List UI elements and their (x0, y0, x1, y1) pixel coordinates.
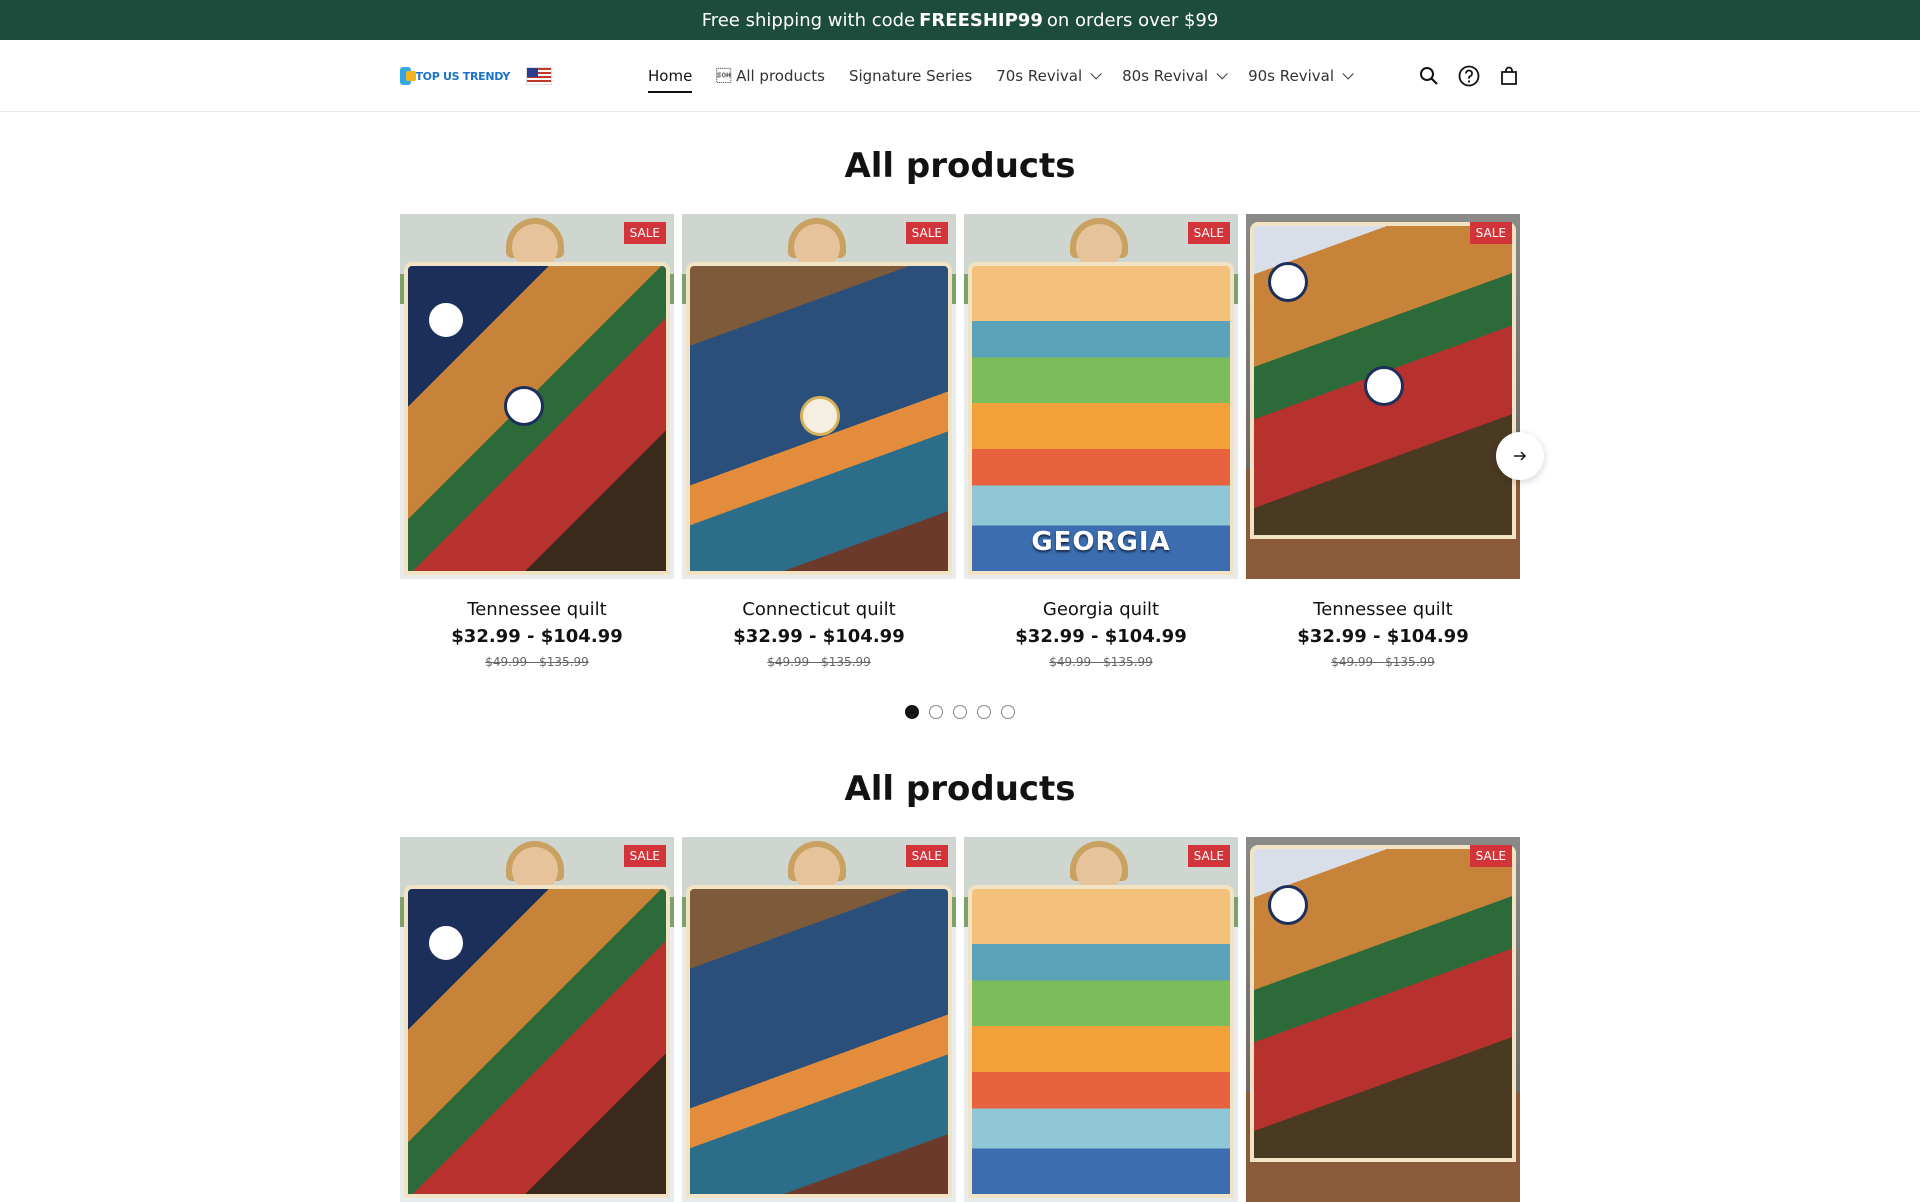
help-icon[interactable] (1458, 65, 1480, 87)
product-old-price: $49.99 - $135.99 (485, 655, 589, 669)
product-name[interactable]: Tennessee quilt (400, 599, 674, 620)
nav-80s-revival-label: 80s Revival (1122, 67, 1209, 85)
site-header: TOP US TRENDY Home  All products Signat… (0, 40, 1920, 112)
product-carousel: SALE Tennessee quilt $32.99 - $104.99 $4… (400, 214, 1544, 669)
nav-signature-series[interactable]: Signature Series (849, 67, 972, 85)
product-card[interactable]: SALE Tennessee quilt $32.99 - $104.99 $4… (1246, 214, 1520, 669)
sale-badge: SALE (905, 222, 948, 244)
main-nav: Home  All products Signature Series 70s… (648, 67, 1354, 93)
chevron-down-icon (1216, 68, 1228, 80)
product-card[interactable]: SALE (400, 837, 674, 1202)
pagination-dot-5[interactable] (1001, 705, 1015, 719)
arrow-right-icon (1514, 451, 1527, 461)
product-old-price: $49.99 - $135.99 (767, 655, 871, 669)
product-image[interactable]: SALE (400, 837, 674, 1202)
pagination-dot-2[interactable] (929, 705, 943, 719)
announcement-prefix: Free shipping with code (701, 9, 916, 31)
product-image[interactable]: SALE (1246, 214, 1520, 579)
product-name[interactable]: Tennessee quilt (1246, 599, 1520, 620)
product-image[interactable]: SALE (1246, 837, 1520, 1202)
product-price: $32.99 - $104.99 (733, 626, 905, 647)
product-name[interactable]: Connecticut quilt (682, 599, 956, 620)
chevron-down-icon (1342, 68, 1354, 80)
product-grid: SALE SALE SALE SALE (400, 837, 1520, 1202)
promo-code: FREESHIP99 (919, 9, 1043, 31)
product-image[interactable]: GEORGIA SALE (964, 214, 1238, 579)
product-image[interactable]: SALE (682, 214, 956, 579)
logo-mark-icon (400, 67, 417, 85)
carousel-pagination (400, 705, 1520, 719)
nav-all-products-label:  All products (716, 67, 825, 85)
nav-70s-revival[interactable]: 70s Revival (996, 67, 1102, 85)
cart-icon[interactable] (1498, 65, 1520, 87)
pagination-dot-3[interactable] (953, 705, 967, 719)
product-image[interactable]: SALE (964, 837, 1238, 1202)
product-card[interactable]: SALE (682, 837, 956, 1202)
sale-badge: SALE (1469, 845, 1512, 867)
nav-70s-revival-label: 70s Revival (996, 67, 1083, 85)
product-price: $32.99 - $104.99 (1297, 626, 1469, 647)
product-card[interactable]: SALE (964, 837, 1238, 1202)
nav-90s-revival[interactable]: 90s Revival (1248, 67, 1354, 85)
sale-badge: SALE (1187, 845, 1230, 867)
product-card[interactable]: GEORGIA SALE Georgia quilt $32.99 - $104… (964, 214, 1238, 669)
sale-badge: SALE (905, 845, 948, 867)
product-card[interactable]: SALE (1246, 837, 1520, 1202)
product-card[interactable]: SALE Connecticut quilt $32.99 - $104.99 … (682, 214, 956, 669)
chevron-down-icon (1090, 68, 1102, 80)
announcement-bar: Free shipping with code FREESHIP99 on or… (0, 0, 1920, 40)
section-title: All products (844, 146, 1076, 186)
pagination-dot-4[interactable] (977, 705, 991, 719)
sale-badge: SALE (623, 222, 666, 244)
sale-badge: SALE (1469, 222, 1512, 244)
nav-80s-revival[interactable]: 80s Revival (1122, 67, 1228, 85)
nav-signature-series-label: Signature Series (848, 67, 973, 85)
product-carousel-section: All products SALE Tennessee quilt $32.99… (400, 146, 1544, 719)
logo-text: TOP US TRENDY (415, 69, 510, 83)
announcement-suffix: on orders over $99 (1046, 9, 1219, 31)
nav-home-label: Home (648, 67, 693, 85)
product-old-price: $49.99 - $135.99 (1049, 655, 1153, 669)
sale-badge: SALE (1187, 222, 1230, 244)
product-image[interactable]: SALE (400, 214, 674, 579)
us-flag-icon[interactable] (526, 67, 552, 85)
nav-home[interactable]: Home (648, 67, 693, 93)
section-title: All products (844, 769, 1076, 809)
store-logo[interactable]: TOP US TRENDY (400, 67, 510, 85)
pagination-dot-1[interactable] (905, 705, 919, 719)
product-price: $32.99 - $104.99 (451, 626, 623, 647)
product-old-price: $49.99 - $135.99 (1331, 655, 1435, 669)
sale-badge: SALE (623, 845, 666, 867)
product-card[interactable]: SALE Tennessee quilt $32.99 - $104.99 $4… (400, 214, 674, 669)
product-price: $32.99 - $104.99 (1015, 626, 1187, 647)
quilt-text: GEORGIA (1031, 527, 1171, 557)
product-name[interactable]: Georgia quilt (964, 599, 1238, 620)
nav-all-products[interactable]:  All products (716, 67, 825, 85)
carousel-next-button[interactable] (1496, 432, 1544, 480)
search-icon[interactable] (1418, 65, 1440, 87)
header-icons (1418, 40, 1520, 112)
nav-90s-revival-label: 90s Revival (1248, 67, 1335, 85)
product-image[interactable]: SALE (682, 837, 956, 1202)
product-grid-section: All products SALE SALE SALE SALE (400, 769, 1520, 1202)
